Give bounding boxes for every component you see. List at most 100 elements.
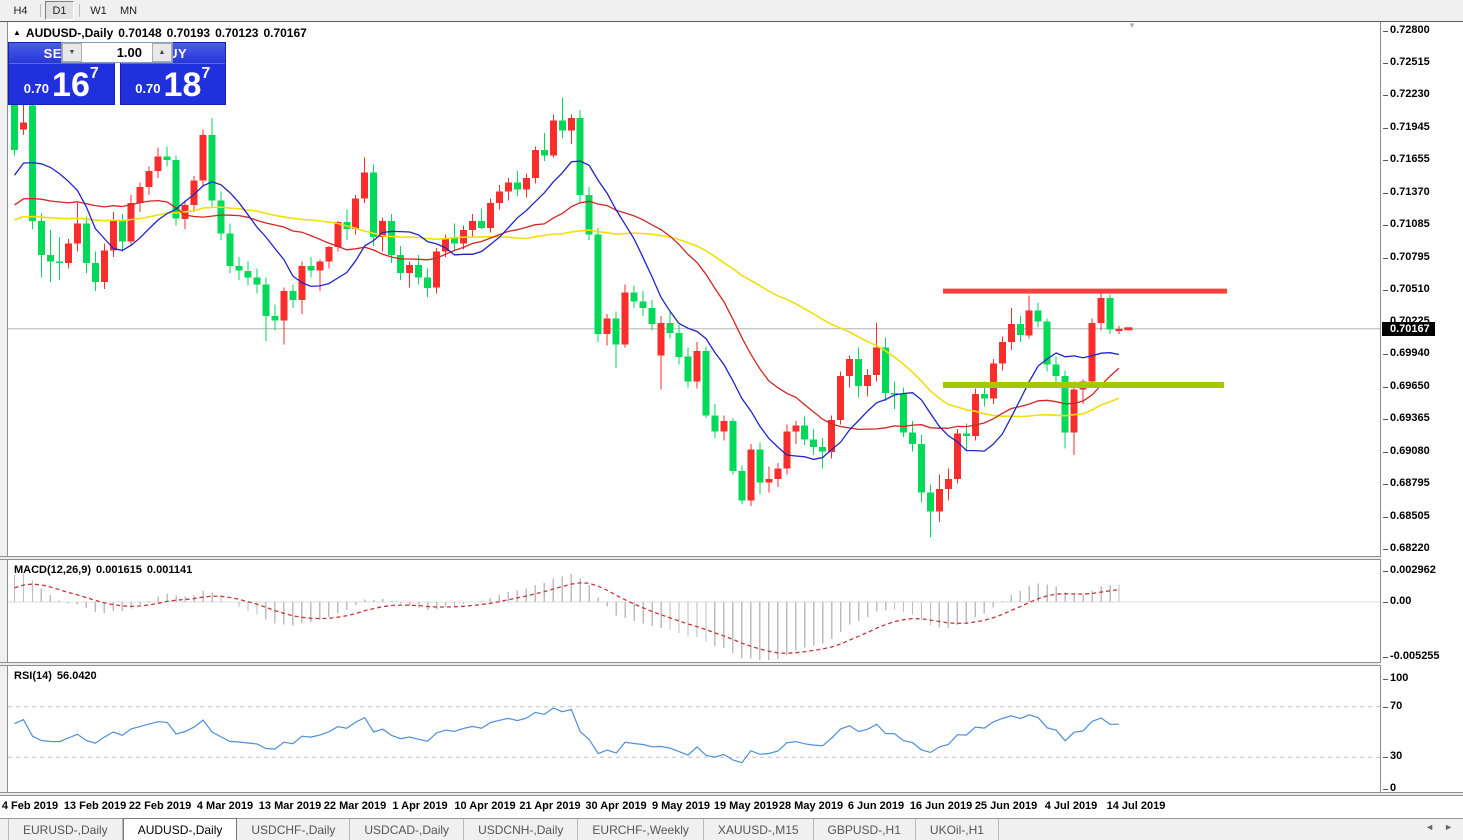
timeframe-w1-button[interactable]: W1 (84, 1, 113, 20)
rsi-name: RSI(14) (14, 670, 52, 682)
pane-splitter[interactable] (0, 556, 1463, 560)
tab-gbpusd-h1[interactable]: GBPUSD-,H1 (814, 819, 916, 840)
price-axis-label: 0.71085 (1390, 218, 1430, 230)
tab-eurchf-weekly[interactable]: EURCHF-,Weekly (578, 819, 703, 840)
macd-chart (8, 560, 1380, 662)
last-price-marker (1125, 327, 1133, 330)
quote-high: 0.70193 (167, 26, 210, 40)
macd-name: MACD(12,26,9) (14, 564, 91, 576)
macd-value-2: 0.001141 (147, 564, 192, 576)
time-axis-label: 9 May 2019 (652, 800, 710, 812)
macd-axis-label: -0.005255 (1390, 650, 1440, 662)
time-axis-label: 22 Mar 2019 (324, 800, 386, 812)
buy-price-sup: 7 (201, 65, 210, 83)
rsi-indicator-pane: RSI(14) 56.0420 (8, 666, 1380, 792)
volume-spinner: ▼ ▲ (61, 42, 173, 63)
time-axis-label: 21 Apr 2019 (519, 800, 580, 812)
tab-usdcad-daily[interactable]: USDCAD-,Daily (350, 819, 464, 840)
time-axis-label: 16 Jun 2019 (910, 800, 972, 812)
macd-axis-label: 0.00 (1390, 595, 1411, 607)
tab-usdchf-daily[interactable]: USDCHF-,Daily (237, 819, 350, 840)
macd-signal-line (15, 583, 1120, 653)
price-axis-label: 0.70795 (1390, 251, 1430, 263)
time-axis-label: 19 May 2019 (714, 800, 778, 812)
candles-group (11, 90, 1123, 538)
time-axis-label: 30 Apr 2019 (585, 800, 646, 812)
price-axis-label: 0.69650 (1390, 380, 1430, 392)
timeframe-toolbar: H4 D1 W1 MN (0, 0, 1463, 21)
time-axis: 4 Feb 201913 Feb 201922 Feb 20194 Mar 20… (0, 796, 1463, 818)
ma-fast-line (15, 161, 1120, 459)
price-axis-label: 0.69080 (1390, 445, 1430, 457)
price-axis-label: 0.69365 (1390, 412, 1430, 424)
price-axis: 0.728000.725150.722300.719450.716550.713… (1381, 22, 1463, 792)
time-axis-label: 13 Mar 2019 (259, 800, 321, 812)
timeframe-d1-button[interactable]: D1 (45, 1, 74, 20)
sell-price-sup: 7 (90, 65, 99, 83)
time-axis-label: 4 Jul 2019 (1045, 800, 1098, 812)
price-axis-label: 0.72515 (1390, 56, 1430, 68)
price-axis-label: 0.68795 (1390, 477, 1430, 489)
price-axis-label: 0.71655 (1390, 153, 1430, 165)
tab-xauusd-m15[interactable]: XAUUSD-,M15 (704, 819, 814, 840)
rsi-label: RSI(14) 56.0420 (14, 670, 97, 682)
time-axis-label: 25 Jun 2019 (975, 800, 1037, 812)
rsi-axis-label: 0 (1390, 782, 1396, 794)
time-axis-label: 4 Mar 2019 (197, 800, 253, 812)
pane-splitter[interactable] (0, 662, 1463, 666)
price-axis-label: 0.71370 (1390, 186, 1430, 198)
price-axis-label: 0.72230 (1390, 88, 1430, 100)
sell-price[interactable]: 0.70 16 7 (9, 64, 114, 104)
macd-value-1: 0.001615 (96, 564, 142, 576)
collapse-trade-widget-icon[interactable]: ▲ (13, 28, 21, 37)
tab-usdcnh-daily[interactable]: USDCNH-,Daily (464, 819, 578, 840)
time-axis-label: 28 May 2019 (779, 800, 843, 812)
quote-close: 0.70167 (263, 26, 306, 40)
macd-histogram (15, 574, 1120, 660)
tab-ukoil-h1[interactable]: UKOil-,H1 (916, 819, 999, 840)
timeframe-mn-button[interactable]: MN (114, 1, 143, 20)
tab-audusd-daily[interactable]: AUDUSD-,Daily (123, 818, 238, 840)
volume-increase-button[interactable]: ▲ (152, 43, 172, 62)
time-axis-label: 10 Apr 2019 (454, 800, 515, 812)
toolbar-separator (79, 4, 80, 17)
time-axis-label: 22 Feb 2019 (129, 800, 191, 812)
time-axis-label: 14 Jul 2019 (1107, 800, 1166, 812)
buy-price-small: 0.70 (135, 81, 160, 96)
buy-price-big: 18 (164, 70, 202, 100)
macd-label: MACD(12,26,9) 0.001615 0.001141 (14, 564, 192, 576)
chart-shift-marker-icon[interactable]: ▼ (1128, 21, 1136, 30)
volume-decrease-button[interactable]: ▼ (62, 43, 82, 62)
tab-scroll-right-button[interactable]: ► (1444, 822, 1453, 832)
timeframe-h4-button[interactable]: H4 (6, 1, 35, 20)
buy-price[interactable]: 0.70 18 7 (121, 64, 226, 104)
chart-title-bar: ▲ AUDUSD-,Daily 0.70148 0.70193 0.70123 … (13, 26, 307, 40)
price-axis-label: 0.68505 (1390, 510, 1430, 522)
macd-indicator-pane: MACD(12,26,9) 0.001615 0.001141 (8, 560, 1380, 662)
price-axis-label: 0.70510 (1390, 283, 1430, 295)
tab-eurusd-daily[interactable]: EURUSD-,Daily (8, 819, 123, 840)
current-price-tag: 0.70167 (1382, 322, 1435, 336)
price-axis-label: 0.72800 (1390, 24, 1430, 36)
time-axis-label: 4 Feb 2019 (2, 800, 58, 812)
rsi-axis-label: 30 (1390, 750, 1402, 762)
time-axis-label: 6 Jun 2019 (848, 800, 904, 812)
symbol-title: AUDUSD-,Daily (26, 26, 113, 40)
rsi-axis-label: 100 (1390, 672, 1408, 684)
price-axis-label: 0.69940 (1390, 347, 1430, 359)
sell-price-small: 0.70 (24, 81, 49, 96)
chart-tab-bar: EURUSD-,Daily AUDUSD-,Daily USDCHF-,Dail… (0, 818, 1463, 840)
one-click-trading-widget: SELL 0.70 16 7 BUY 0.70 18 7 ▼ ▲ (8, 42, 226, 105)
tab-scroll-controls: ◄ ► (1425, 822, 1453, 832)
rsi-axis-label: 70 (1390, 700, 1402, 712)
time-axis-label: 1 Apr 2019 (392, 800, 447, 812)
toolbar-separator (40, 4, 41, 17)
macd-axis-label: 0.002962 (1390, 564, 1436, 576)
volume-input[interactable] (82, 43, 152, 62)
tab-scroll-left-button[interactable]: ◄ (1425, 822, 1434, 832)
quote-low: 0.70123 (215, 26, 258, 40)
price-axis-label: 0.68220 (1390, 542, 1430, 554)
mt4-window: H4 D1 W1 MN ▲ AUDUSD-,Daily 0.70148 0.70… (0, 0, 1463, 840)
quote-open: 0.70148 (118, 26, 161, 40)
rsi-chart (8, 666, 1380, 792)
